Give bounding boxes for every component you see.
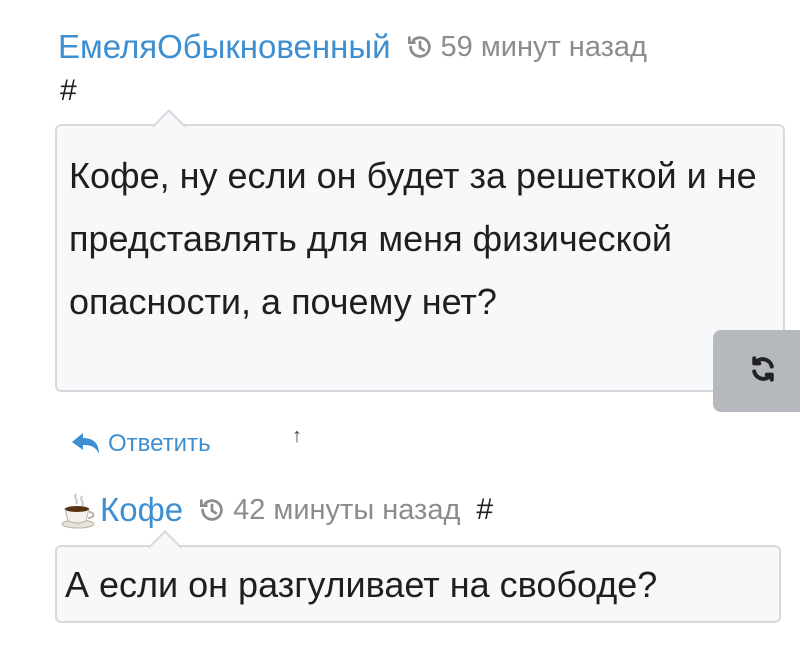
comment-header: ЕмеляОбыкновенный 59 минут назад bbox=[58, 28, 647, 66]
permalink-hash[interactable]: # bbox=[476, 493, 493, 527]
refresh-icon bbox=[748, 354, 778, 389]
permalink-hash[interactable]: # bbox=[60, 74, 77, 108]
comment-body: А если он разгуливает на свободе? bbox=[55, 545, 781, 623]
reply-label: Ответить bbox=[108, 430, 211, 457]
comment-author[interactable]: Кофе bbox=[100, 491, 183, 529]
comment-time[interactable]: 42 минуты назад bbox=[233, 494, 460, 527]
comment-permalink-row: # bbox=[60, 74, 77, 108]
comment-header: Кофе 42 минуты назад # bbox=[58, 490, 493, 530]
history-icon bbox=[197, 495, 227, 525]
comment-body: Кофе, ну если он будет за решеткой и не … bbox=[55, 124, 785, 392]
comment-text: А если он разгуливает на свободе? bbox=[65, 564, 658, 605]
coffee-cup-icon bbox=[58, 490, 98, 530]
comment-time[interactable]: 59 минут назад bbox=[441, 31, 647, 64]
refresh-button[interactable] bbox=[713, 330, 800, 412]
parent-link-arrow[interactable]: ↑ bbox=[292, 425, 302, 448]
comment-author[interactable]: ЕмеляОбыкновенный bbox=[58, 28, 391, 66]
comment-text: Кофе, ну если он будет за решеткой и не … bbox=[69, 155, 757, 322]
reply-button[interactable]: Ответить bbox=[72, 430, 211, 458]
history-icon bbox=[405, 32, 435, 62]
reply-arrow-icon bbox=[72, 433, 100, 455]
